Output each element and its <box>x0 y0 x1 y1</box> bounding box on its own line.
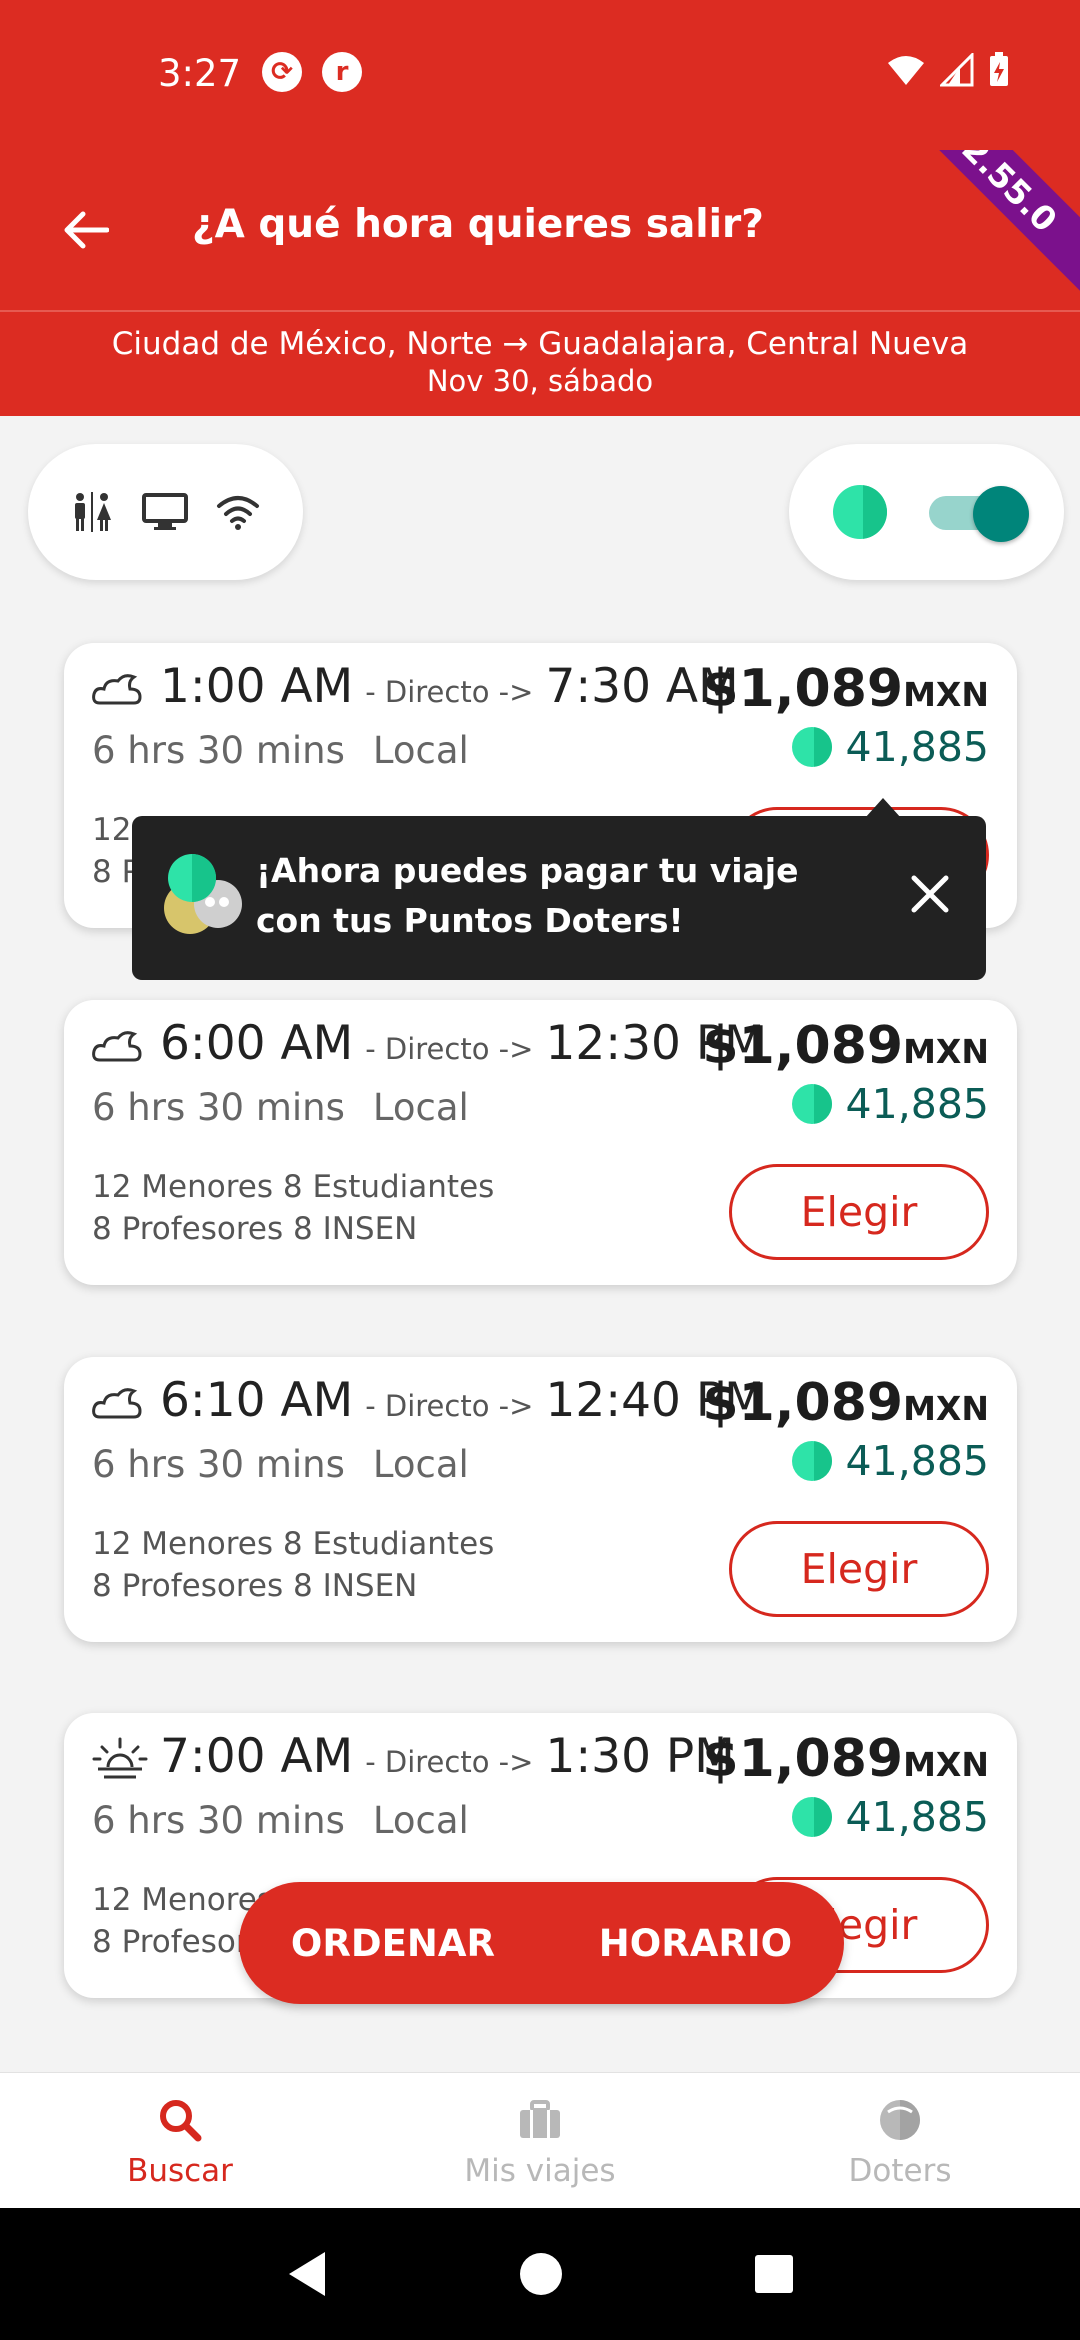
trip-price: $1,089MXN <box>702 1016 989 1076</box>
nav-label: Mis viajes <box>464 2153 616 2189</box>
direct-label: - Directo -> <box>365 1389 534 1423</box>
service-type: Local <box>372 729 469 772</box>
points-value: 41,885 <box>845 1793 989 1841</box>
sort-button[interactable]: ORDENAR <box>291 1922 495 1965</box>
service-type: Local <box>372 1443 469 1486</box>
doters-points: 41,885 <box>791 1437 989 1485</box>
bottom-navigation: Buscar Mis viajes Doters <box>0 2072 1080 2208</box>
signal-icon <box>940 53 974 87</box>
back-triangle-icon[interactable] <box>285 2250 329 2298</box>
sort-filter-bar: ORDENAR HORARIO <box>239 1882 844 2004</box>
version-badge: 2.55.0 <box>899 150 1080 295</box>
tooltip-message: ¡Ahora puedes pagar tu viaje con tus Pun… <box>256 851 799 940</box>
price-currency: MXN <box>903 1745 989 1784</box>
trip-card: 6:00 AM - Directo -> 12:30 PM 6 hrs 30 m… <box>64 1000 1017 1285</box>
discount-info: 12 Menores 8 Estudiantes 8 Profesores 8 … <box>92 1166 494 1250</box>
nav-item-mis-viajes[interactable]: Mis viajes <box>360 2073 720 2208</box>
choose-trip-button[interactable]: Elegir <box>729 1521 989 1617</box>
price-currency: MXN <box>903 1389 989 1428</box>
doters-points-icon <box>791 1797 832 1837</box>
trip-price: $1,089MXN <box>702 1373 989 1433</box>
departure-time: 6:10 AM <box>160 1373 354 1428</box>
discount-info: 12 Menores 8 Estudiantes 8 Profesores 8 … <box>92 1523 494 1607</box>
amenities-filter[interactable] <box>28 444 303 580</box>
doters-toggle-filter <box>789 444 1064 580</box>
trip-duration: 6 hrs 30 mins <box>92 1443 345 1486</box>
departure-time: 7:00 AM <box>160 1729 354 1784</box>
points-value: 41,885 <box>845 723 989 771</box>
app-bar: ¿A qué hora quieres salir? 2.55.0 <box>0 150 1080 310</box>
doters-points: 41,885 <box>791 1080 989 1128</box>
screen-icon <box>142 493 188 530</box>
arrow-left-icon <box>64 211 109 249</box>
doters-points: 41,885 <box>791 1793 989 1841</box>
route-text: Ciudad de México, Norte → Guadalajara, C… <box>111 326 969 362</box>
doters-points-switch[interactable] <box>929 486 1029 542</box>
r-app-icon: r <box>322 52 362 92</box>
discount-line: 8 Profesores 8 INSEN <box>92 1211 418 1247</box>
nav-label: Doters <box>848 2153 952 2189</box>
departure-time: 1:00 AM <box>160 659 354 714</box>
trip-card: 6:10 AM - Directo -> 12:40 PM 6 hrs 30 m… <box>64 1357 1017 1642</box>
close-icon <box>911 875 949 913</box>
recents-square-icon[interactable] <box>753 2253 795 2295</box>
page-title: ¿A qué hora quieres salir? <box>192 202 764 247</box>
cloud-moon-icon <box>92 1031 142 1062</box>
route-date: Nov 30, sábado <box>426 364 654 398</box>
sync-icon: ⟳ <box>262 52 302 92</box>
doters-points-icon <box>791 1084 832 1124</box>
close-tooltip-button[interactable] <box>900 864 960 924</box>
direct-label: - Directo -> <box>365 1745 534 1779</box>
doters-points-icon <box>791 727 832 767</box>
discount-line: 12 Menores 8 Estudiantes <box>92 1169 495 1205</box>
route-summary: Ciudad de México, Norte → Guadalajara, C… <box>0 310 1080 416</box>
service-type: Local <box>372 1086 469 1129</box>
doters-points: 41,885 <box>791 723 989 771</box>
nav-item-buscar[interactable]: Buscar <box>0 2073 360 2208</box>
status-time: 3:27 <box>158 52 242 95</box>
trip-duration: 6 hrs 30 mins <box>92 1799 345 1842</box>
search-icon <box>160 2100 202 2142</box>
doters-nav-icon <box>880 2100 920 2140</box>
system-navigation-bar <box>0 2208 1080 2340</box>
restroom-icon <box>75 492 111 532</box>
sunrise-icon <box>92 1737 148 1779</box>
nav-item-doters[interactable]: Doters <box>720 2073 1080 2208</box>
price-currency: MXN <box>903 1032 989 1071</box>
briefcase-icon <box>520 2100 560 2138</box>
trip-duration: 6 hrs 30 mins <box>92 729 345 772</box>
doters-points-icon <box>791 1441 832 1481</box>
trip-price: $1,089MXN <box>702 659 989 719</box>
points-value: 41,885 <box>845 1437 989 1485</box>
cloud-moon-icon <box>92 1388 142 1419</box>
home-circle-icon[interactable] <box>518 2251 564 2297</box>
schedule-button[interactable]: HORARIO <box>599 1922 792 1965</box>
battery-icon <box>990 52 1008 86</box>
wifi-status-icon <box>888 56 924 85</box>
trip-duration: 6 hrs 30 mins <box>92 1086 345 1129</box>
price-currency: MXN <box>903 675 989 714</box>
wifi-icon <box>217 496 259 530</box>
cloud-moon-icon <box>92 674 142 705</box>
departure-time: 6:00 AM <box>160 1016 354 1071</box>
trip-price: $1,089MXN <box>702 1729 989 1789</box>
discount-line: 8 Profesores 8 INSEN <box>92 1568 418 1604</box>
choose-trip-button[interactable]: Elegir <box>729 1164 989 1260</box>
doters-coins-icon <box>164 854 242 934</box>
points-value: 41,885 <box>845 1080 989 1128</box>
back-button[interactable] <box>55 200 115 260</box>
direct-label: - Directo -> <box>365 1032 534 1066</box>
nav-label: Buscar <box>127 2153 233 2189</box>
direct-label: - Directo -> <box>365 675 534 709</box>
service-type: Local <box>372 1799 469 1842</box>
status-bar: 3:27 ⟳ r <box>0 0 1080 150</box>
doters-tooltip: ¡Ahora puedes pagar tu viaje con tus Pun… <box>132 798 986 980</box>
doters-icon <box>833 485 887 539</box>
discount-line: 12 Menores 8 Estudiantes <box>92 1526 495 1562</box>
